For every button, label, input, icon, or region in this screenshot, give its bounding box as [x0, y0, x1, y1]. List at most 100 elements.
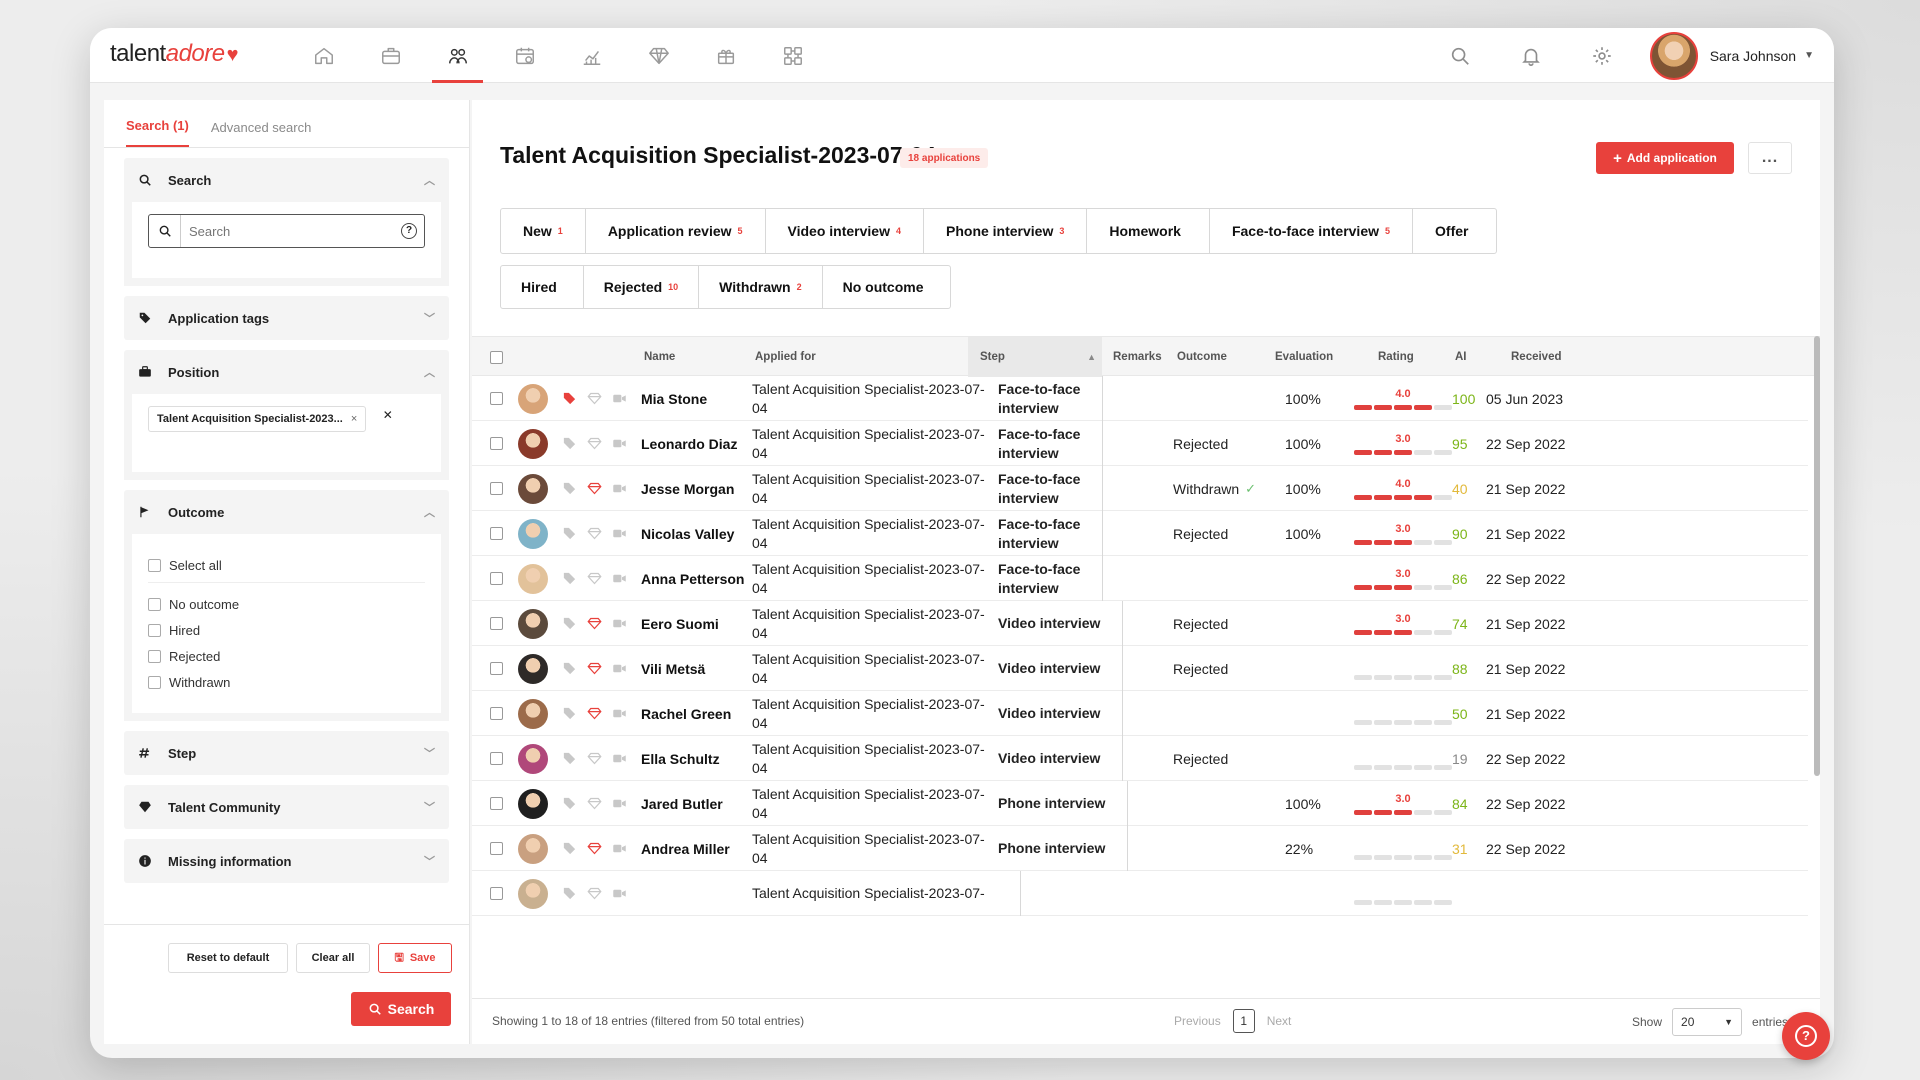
checkbox[interactable] — [148, 649, 161, 663]
video-icon[interactable] — [612, 616, 627, 631]
applicant-name[interactable]: Nicolas Valley — [641, 511, 734, 556]
next-page-link[interactable]: Next — [1267, 1014, 1292, 1028]
row-checkbox[interactable] — [490, 392, 503, 405]
outcome-option-rejected[interactable]: Rejected — [148, 643, 425, 669]
checkbox[interactable] — [148, 675, 161, 689]
tag-icon[interactable] — [562, 796, 577, 811]
remove-chip-icon[interactable]: × — [351, 413, 357, 425]
filter-position-header[interactable]: Position ︿ — [124, 350, 449, 394]
row-checkbox[interactable] — [490, 887, 503, 900]
video-icon[interactable] — [612, 481, 627, 496]
applicant-name[interactable]: Mia Stone — [641, 376, 707, 421]
diamond-icon[interactable] — [587, 706, 602, 721]
table-row[interactable]: Eero Suomi Talent Acquisition Specialist-… — [472, 601, 1808, 646]
column-header-ai[interactable]: AI — [1455, 337, 1467, 377]
video-icon[interactable] — [612, 751, 627, 766]
outcome-option-withdrawn[interactable]: Withdrawn — [148, 669, 425, 695]
tag-icon[interactable] — [562, 391, 577, 406]
help-button[interactable]: ? — [1782, 1012, 1830, 1060]
tag-icon[interactable] — [562, 616, 577, 631]
tab-search[interactable]: Search (1) — [126, 118, 189, 147]
step-tab-application-review[interactable]: Application review 5 — [586, 209, 766, 253]
row-checkbox[interactable] — [490, 572, 503, 585]
table-row[interactable]: Ella Schultz Talent Acquisition Specialis… — [472, 736, 1808, 781]
row-checkbox[interactable] — [490, 752, 503, 765]
outcome-tab-withdrawn[interactable]: Withdrawn 2 — [699, 266, 823, 308]
applicant-name[interactable]: Anna Petterson — [641, 556, 744, 601]
tag-icon[interactable] — [562, 886, 577, 901]
video-icon[interactable] — [612, 706, 627, 721]
table-row[interactable]: Nicolas Valley Talent Acquisition Special… — [472, 511, 1808, 556]
search-button[interactable]: Search — [351, 992, 451, 1026]
applicant-name[interactable]: Ella Schultz — [641, 736, 720, 781]
column-header-outcome[interactable]: Outcome — [1177, 337, 1227, 377]
user-menu[interactable]: Sara Johnson ▼ — [1638, 31, 1834, 80]
help-icon[interactable]: ? — [394, 223, 424, 239]
brand-logo[interactable]: talentadore ♥ — [110, 40, 239, 68]
applicant-name[interactable]: Vili Metsä — [641, 646, 705, 691]
search-icon[interactable] — [1425, 45, 1496, 67]
video-icon[interactable] — [612, 796, 627, 811]
checkbox[interactable] — [148, 558, 161, 572]
diamond-icon[interactable] — [587, 796, 602, 811]
diamond-icon[interactable] — [587, 616, 602, 631]
step-tab-new[interactable]: New 1 — [501, 209, 586, 253]
filter-missing-information-header[interactable]: Missing information ﹀ — [124, 839, 449, 883]
add-application-button[interactable]: + Add application — [1596, 142, 1734, 174]
clear-position-icon[interactable]: ✕ — [383, 408, 393, 422]
outcome-option-no-outcome[interactable]: No outcome — [148, 591, 425, 617]
checkbox[interactable] — [148, 597, 161, 611]
video-icon[interactable] — [612, 841, 627, 856]
outcome-select-all[interactable]: Select all — [148, 552, 425, 578]
outcome-option-hired[interactable]: Hired — [148, 617, 425, 643]
table-row[interactable]: Jared Butler Talent Acquisition Specialis… — [472, 781, 1808, 826]
filter-application-tags-header[interactable]: Application tags ﹀ — [124, 296, 449, 340]
tag-icon[interactable] — [562, 661, 577, 676]
diamond-icon[interactable] — [587, 481, 602, 496]
diamond-icon[interactable] — [587, 841, 602, 856]
page-size-select[interactable]: 20 ▼ — [1672, 1008, 1743, 1036]
reset-to-default-button[interactable]: Reset to default — [168, 943, 288, 973]
nav-people[interactable] — [424, 28, 491, 83]
table-row[interactable]: Anna Petterson Talent Acquisition Special… — [472, 556, 1808, 601]
nav-briefcase[interactable] — [357, 28, 424, 83]
nav-integrations[interactable] — [759, 28, 826, 83]
previous-page-link[interactable]: Previous — [1174, 1014, 1221, 1028]
video-icon[interactable] — [612, 436, 627, 451]
nav-calendar[interactable] — [491, 28, 558, 83]
table-row[interactable]: Talent Acquisition Specialist-2023-07- — [472, 871, 1808, 916]
filter-talent-community-header[interactable]: Talent Community ﹀ — [124, 785, 449, 829]
applicant-name[interactable]: Jared Butler — [641, 781, 723, 826]
video-icon[interactable] — [612, 391, 627, 406]
column-header-remarks[interactable]: Remarks — [1113, 337, 1162, 377]
video-icon[interactable] — [612, 661, 627, 676]
diamond-icon[interactable] — [587, 436, 602, 451]
step-tab-face-to-face-interview[interactable]: Face-to-face interview 5 — [1210, 209, 1414, 253]
row-checkbox[interactable] — [490, 437, 503, 450]
filter-outcome-header[interactable]: Outcome ︿ — [124, 490, 449, 534]
step-tab-video-interview[interactable]: Video interview 4 — [766, 209, 924, 253]
applicant-name[interactable]: Andrea Miller — [641, 826, 730, 871]
diamond-icon[interactable] — [587, 886, 602, 901]
bell-icon[interactable] — [1496, 45, 1567, 67]
row-checkbox[interactable] — [490, 842, 503, 855]
row-checkbox[interactable] — [490, 662, 503, 675]
row-checkbox[interactable] — [490, 707, 503, 720]
select-all-checkbox[interactable] — [490, 337, 503, 377]
search-input[interactable] — [181, 215, 394, 247]
column-header-step[interactable]: Step ▲ — [968, 337, 1102, 377]
table-row[interactable]: Vili Metsä Talent Acquisition Specialist-… — [472, 646, 1808, 691]
table-row[interactable]: Mia Stone Talent Acquisition Specialist-2… — [472, 376, 1808, 421]
video-icon[interactable] — [612, 886, 627, 901]
tag-icon[interactable] — [562, 526, 577, 541]
step-tab-offer[interactable]: Offer — [1413, 209, 1496, 253]
outcome-tab-rejected[interactable]: Rejected 10 — [584, 266, 700, 308]
more-options-button[interactable]: ... — [1748, 142, 1792, 174]
applicant-name[interactable]: Jesse Morgan — [641, 466, 734, 511]
applicant-name[interactable]: Leonardo Diaz — [641, 421, 737, 466]
save-button[interactable]: 🖫 Save — [378, 943, 452, 973]
diamond-icon[interactable] — [587, 526, 602, 541]
table-scrollbar[interactable] — [1814, 336, 1820, 776]
tag-icon[interactable] — [562, 436, 577, 451]
step-tab-homework[interactable]: Homework — [1087, 209, 1210, 253]
